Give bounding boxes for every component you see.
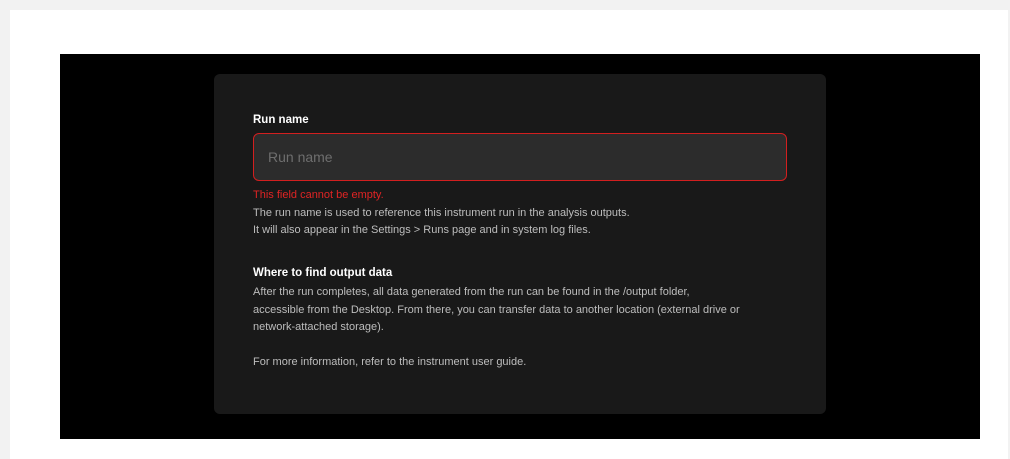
run-settings-form: Run name This field cannot be empty. The…: [253, 110, 791, 371]
help-line: It will also appear in the Settings > Ru…: [253, 224, 591, 236]
output-data-line: network-attached storage).: [253, 321, 384, 333]
output-data-heading: Where to find output data: [253, 267, 393, 279]
page-frame: Run name This field cannot be empty. The…: [10, 10, 1008, 459]
output-data-line: accessible from the Desktop. From there,…: [253, 303, 740, 316]
run-name-help-text: The run name is used to reference this i…: [253, 205, 791, 239]
run-settings-card: Run name This field cannot be empty. The…: [214, 74, 826, 414]
run-name-input[interactable]: [253, 133, 787, 181]
output-data-description: After the run completes, all data genera…: [253, 284, 791, 371]
more-info-text: For more information, refer to the instr…: [253, 355, 527, 368]
output-data-line: After the run completes, all data genera…: [253, 286, 690, 298]
app-stage: Run name This field cannot be empty. The…: [60, 54, 980, 439]
run-name-error-message: This field cannot be empty.: [253, 189, 384, 201]
help-line: The run name is used to reference this i…: [253, 207, 630, 219]
run-name-label: Run name: [253, 114, 309, 126]
